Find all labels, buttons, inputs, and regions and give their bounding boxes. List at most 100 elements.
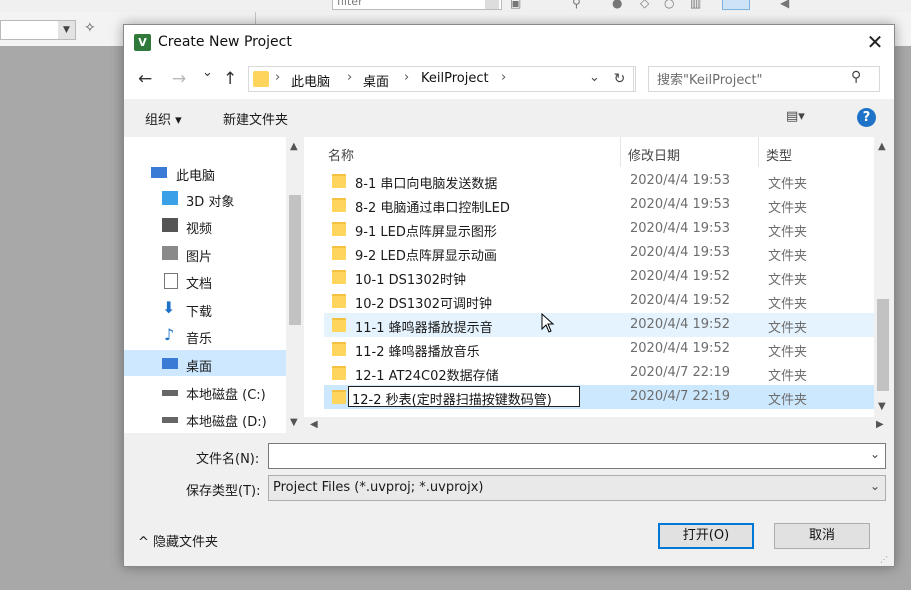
breadcrumb-desktop[interactable]: 桌面 (363, 71, 389, 90)
rename-field[interactable]: 12-2 秒表(定时器扫描按键数码管) (348, 386, 580, 408)
chevron-down-icon[interactable]: ⌄ (870, 479, 880, 493)
list-item[interactable]: 9-1 LED点阵屏显示图形 2020/4/4 19:53 文件夹 (324, 217, 874, 241)
filename-input[interactable] (273, 447, 857, 467)
search-icon[interactable]: ⚲ (851, 69, 861, 85)
ide-tool-icon[interactable]: ◇ (640, 0, 649, 10)
file-type: 文件夹 (768, 225, 808, 240)
tree-item-drive-c[interactable]: 本地磁盘 (C:) (124, 378, 286, 404)
column-divider[interactable] (620, 137, 621, 167)
refresh-icon[interactable]: ↻ (606, 66, 634, 92)
scroll-down-icon[interactable]: ▼ (290, 417, 298, 428)
list-item[interactable]: 8-2 电脑通过串口控制LED 2020/4/4 19:53 文件夹 (324, 193, 874, 217)
tree-item-downloads[interactable]: ⬇ 下载 (124, 295, 286, 321)
scroll-left-icon[interactable]: ◀ (310, 419, 318, 430)
tree-scroll-thumb[interactable] (289, 195, 301, 325)
scroll-up-icon[interactable]: ▲ (878, 141, 886, 152)
rename-value[interactable]: 12-2 秒表(定时器扫描按键数码管) (352, 389, 552, 408)
new-folder-button[interactable]: 新建文件夹 (223, 109, 288, 128)
list-item[interactable]: 11-2 蜂鸣器播放音乐 2020/4/4 19:52 文件夹 (324, 337, 874, 361)
downloads-icon: ⬇ (162, 298, 176, 317)
pictures-icon (162, 246, 178, 260)
file-name: 11-1 蜂鸣器播放提示音 (355, 321, 493, 336)
view-options-icon[interactable]: ▤▾ (786, 109, 805, 124)
organize-button[interactable]: 组织 ▾ (145, 109, 182, 128)
file-list-hscrollbar[interactable]: ◀ ▶ (304, 417, 892, 433)
search-box[interactable]: ⚲ (648, 66, 880, 92)
command-bar: 组织 ▾ 新建文件夹 ▤▾ ? (124, 99, 894, 137)
help-icon[interactable]: ? (857, 108, 876, 127)
ide-tool-icon[interactable]: ◀ (780, 0, 789, 10)
breadcrumb-chevron-icon[interactable]: › (501, 70, 506, 85)
computer-icon (151, 167, 167, 178)
tree-item-desktop[interactable]: 桌面 (124, 350, 286, 376)
tree-scrollbar[interactable]: ▲ ▼ (286, 137, 304, 433)
breadcrumb-chevron-icon[interactable]: › (404, 70, 409, 85)
column-divider[interactable] (758, 137, 759, 167)
tree-item-music[interactable]: ♪ 音乐 (124, 322, 286, 348)
ide-filter-input[interactable]: filter (332, 0, 502, 10)
list-item[interactable]: 12-1 AT24C02数据存储 2020/4/7 22:19 文件夹 (324, 361, 874, 385)
address-dropdown-icon[interactable]: ⌄ (589, 70, 600, 85)
chevron-up-icon[interactable]: ^ (138, 535, 149, 550)
ide-tool-icon[interactable]: ○ (664, 0, 674, 10)
up-arrow-icon[interactable]: ↑ (223, 69, 237, 89)
ide-active-tool[interactable] (722, 0, 750, 10)
file-name: 8-2 电脑通过串口控制LED (355, 201, 510, 216)
breadcrumb-chevron-icon[interactable]: › (347, 70, 352, 85)
list-item[interactable]: 9-2 LED点阵屏显示动画 2020/4/4 19:53 文件夹 (324, 241, 874, 265)
folder-icon (332, 294, 346, 308)
tree-item-this-pc[interactable]: 此电脑 (124, 159, 286, 185)
scroll-down-icon[interactable]: ▼ (878, 401, 886, 412)
tree-item-drive-d[interactable]: 本地磁盘 (D:) (124, 405, 286, 431)
ide-tool-icon[interactable]: ▥ (690, 0, 701, 10)
list-item[interactable]: 11-1 蜂鸣器播放提示音 2020/4/4 19:52 文件夹 (324, 313, 874, 337)
tree-item-pictures[interactable]: 图片 (124, 240, 286, 266)
ide-filter-dropdown[interactable] (485, 0, 499, 9)
file-list-scroll-thumb[interactable] (877, 299, 889, 391)
ide-workspace (0, 46, 123, 590)
address-bar[interactable]: › 此电脑 › 桌面 › KeilProject › ⌄ (248, 66, 636, 92)
file-name: 10-1 DS1302时钟 (355, 273, 466, 288)
hide-folders-label[interactable]: 隐藏文件夹 (153, 535, 218, 550)
close-icon[interactable]: ✕ (862, 29, 888, 55)
breadcrumb-chevron-icon[interactable]: › (275, 70, 280, 85)
back-arrow-icon[interactable]: ← (138, 69, 152, 89)
hide-folders-toggle[interactable]: ^ 隐藏文件夹 (138, 531, 218, 550)
chevron-down-icon[interactable]: ⌄ (870, 447, 880, 461)
resize-grip-icon[interactable]: ⋰ (880, 555, 889, 564)
list-item[interactable]: 8-1 串口向电脑发送数据 2020/4/4 19:53 文件夹 (324, 169, 874, 193)
folder-icon (332, 342, 346, 356)
sort-ascending-icon: ^ (464, 137, 474, 144)
filetype-select[interactable]: Project Files (*.uvproj; *.uvprojx) ⌄ (268, 475, 886, 501)
file-date: 2020/4/7 22:19 (630, 389, 730, 404)
breadcrumb-keilproject[interactable]: KeilProject (421, 71, 489, 86)
ide-tool-icon[interactable]: ▣ (510, 0, 521, 10)
scroll-right-icon[interactable]: ▶ (876, 419, 884, 430)
ide-tool-icon[interactable]: ● (612, 0, 622, 10)
list-item-renaming[interactable]: 12-2 秒表(定时器扫描按键数码管) 2020/4/7 22:19 文件夹 (324, 385, 874, 409)
file-type: 文件夹 (768, 345, 808, 360)
search-input[interactable] (655, 70, 849, 90)
filename-field[interactable]: ⌄ (268, 443, 886, 469)
file-type: 文件夹 (768, 369, 808, 384)
ide-zoom-icon[interactable]: ⚲ (572, 0, 581, 10)
tree-item-3d-objects[interactable]: 3D 对象 (124, 185, 286, 211)
file-list: ^ 名称 修改日期 类型 8-1 串口向电脑发送数据 2020/4/4 19:5… (304, 137, 874, 417)
ide-combo-dropdown-icon[interactable]: ▼ (58, 21, 75, 39)
list-item[interactable]: 10-2 DS1302可调时钟 2020/4/4 19:52 文件夹 (324, 289, 874, 313)
title-bar[interactable]: V Create New Project ✕ (124, 25, 894, 59)
list-item[interactable]: 10-1 DS1302时钟 2020/4/4 19:52 文件夹 (324, 265, 874, 289)
breadcrumb-this-pc[interactable]: 此电脑 (291, 71, 330, 90)
file-name: 9-2 LED点阵屏显示动画 (355, 249, 497, 264)
tree-item-videos[interactable]: 视频 (124, 212, 286, 238)
open-button[interactable]: 打开(O) (658, 523, 754, 549)
scroll-up-icon[interactable]: ▲ (290, 141, 298, 152)
folder-icon (332, 222, 346, 236)
recent-locations-chevron-icon[interactable]: ⌄ (202, 65, 213, 80)
tree-item-documents[interactable]: 文档 (124, 267, 286, 293)
forward-arrow-icon[interactable]: → (172, 69, 186, 89)
ide-options-icon[interactable]: ✧ (84, 20, 96, 36)
cancel-button[interactable]: 取消 (774, 523, 870, 549)
file-type: 文件夹 (768, 321, 808, 336)
file-list-scrollbar[interactable]: ▲ ▼ (874, 137, 892, 417)
